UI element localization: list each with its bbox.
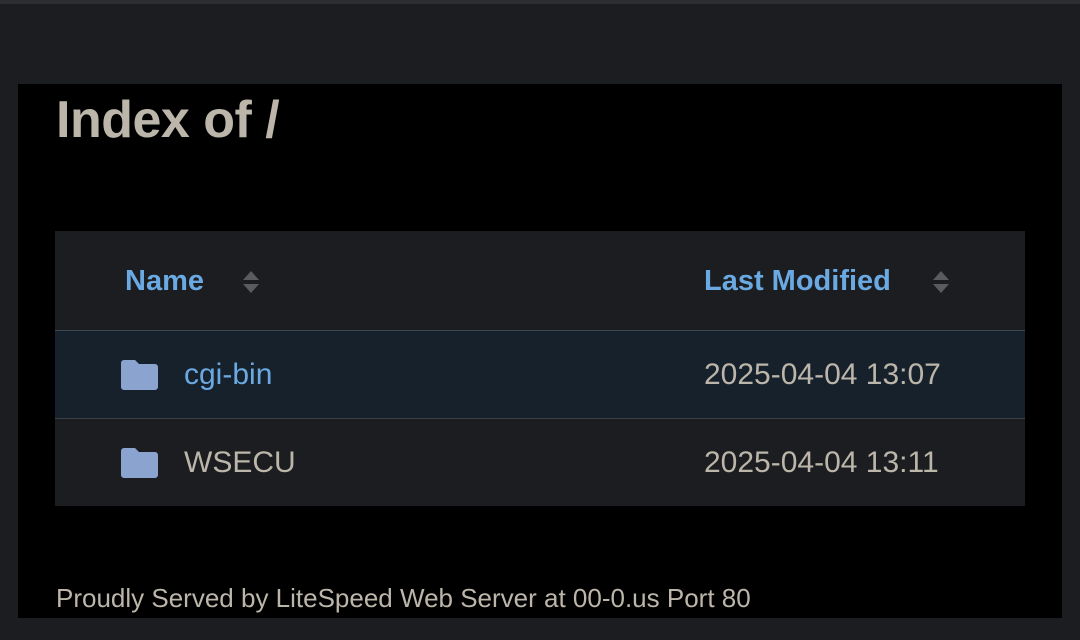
table-row[interactable]: cgi-bin 2025-04-04 13:07 (55, 331, 1025, 419)
file-link[interactable]: cgi-bin (184, 355, 272, 395)
column-header-last-modified[interactable]: Last Modified (704, 261, 891, 301)
top-border (0, 0, 1080, 4)
page-title: Index of / (56, 91, 280, 149)
folder-icon (121, 448, 158, 478)
file-link[interactable]: WSECU (184, 443, 296, 483)
table-header: Name Last Modified (55, 231, 1025, 331)
table-row[interactable]: WSECU 2025-04-04 13:11 (55, 419, 1025, 507)
sort-updown-icon[interactable] (931, 269, 951, 295)
file-modified-date: 2025-04-04 13:11 (704, 446, 939, 479)
server-signature: Proudly Served by LiteSpeed Web Server a… (56, 583, 751, 613)
folder-icon (121, 360, 158, 390)
file-modified-date: 2025-04-04 13:07 (704, 358, 941, 391)
page-content: Index of / Name Last Modified cgi-bin 20… (18, 84, 1062, 618)
column-header-name[interactable]: Name (125, 261, 204, 301)
directory-listing-table: Name Last Modified cgi-bin 2025-04-04 13… (55, 231, 1025, 506)
sort-updown-icon[interactable] (241, 269, 261, 295)
